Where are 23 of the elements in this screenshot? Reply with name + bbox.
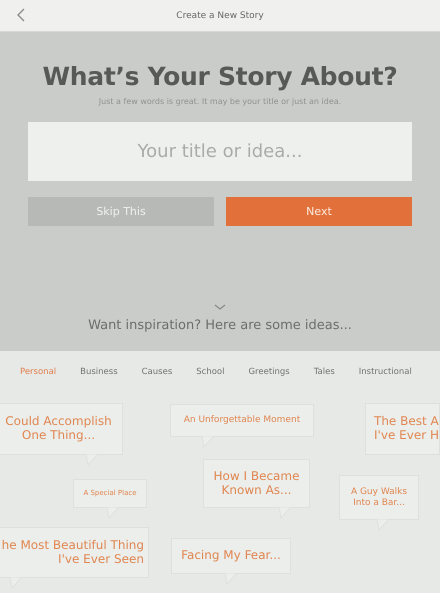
back-icon[interactable] <box>16 8 26 22</box>
category-tab[interactable]: Causes <box>142 367 172 377</box>
category-tab[interactable]: Business <box>80 367 118 377</box>
idea-bubble[interactable]: Facing My Fear... <box>171 538 291 574</box>
idea-bubble[interactable]: Could Accomplish One Thing... <box>0 403 123 455</box>
idea-bubble[interactable]: The Best A I've Ever H <box>365 403 440 455</box>
category-tab[interactable]: Personal <box>20 367 56 377</box>
chevron-down-icon[interactable] <box>214 304 226 310</box>
idea-bubble[interactable]: he Most Beautiful Thing I've Ever Seen <box>0 527 149 578</box>
title-input-field[interactable]: Your title or idea... <box>28 122 412 181</box>
window-title: Create a New Story <box>175 10 265 20</box>
idea-bubble[interactable]: An Unforgettable Moment <box>170 404 314 437</box>
idea-bubble[interactable]: How I Became Known As... <box>203 459 310 508</box>
heading: What’s Your Story About? <box>42 62 398 91</box>
category-tab[interactable]: Greetings <box>248 367 290 377</box>
category-tab[interactable]: Tales <box>314 367 335 377</box>
subtitle: Just a few words is great. It may be your title or just an idea. <box>98 97 342 106</box>
skip-button[interactable]: Skip This <box>28 197 214 226</box>
inspiration-prompt: Want inspiration? Here are some ideas... <box>88 318 352 333</box>
next-button[interactable]: Next <box>226 197 412 226</box>
category-tab[interactable]: Instructional <box>358 367 412 377</box>
idea-bubble[interactable]: A Guy Walks Into a Bar... <box>339 475 419 520</box>
category-tab[interactable]: School <box>196 367 224 377</box>
